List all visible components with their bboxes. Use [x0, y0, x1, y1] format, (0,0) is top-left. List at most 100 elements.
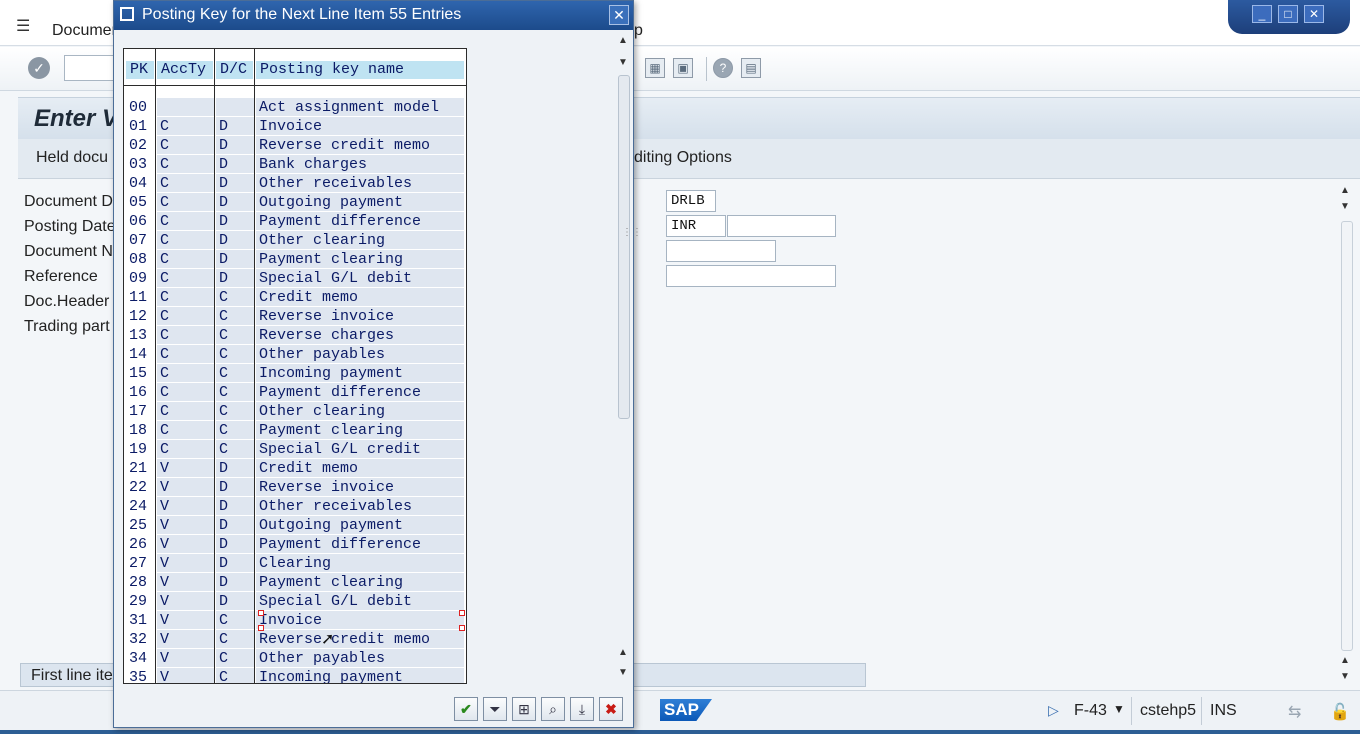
list-item[interactable]: 29 V D Special G/L debit — [124, 592, 466, 611]
posting-key-cell-text: 12 — [129, 308, 148, 325]
main-scrollbar[interactable]: ▲ ▼ ▲ ▼ — [1338, 181, 1356, 689]
customize-layout-icon[interactable]: ▤ — [741, 58, 761, 78]
list-item[interactable]: 18 C C Payment clearing — [124, 421, 466, 440]
list-item[interactable]: 05 C D Outgoing payment — [124, 193, 466, 212]
scroll-up-bottom-icon[interactable]: ▲ — [618, 647, 628, 658]
close-window-icon[interactable]: ✕ — [1304, 5, 1324, 23]
list-item[interactable]: 03 C D Bank charges — [124, 155, 466, 174]
list-item[interactable]: 13 C C Reverse charges — [124, 326, 466, 345]
debit-credit-cell-text: D — [219, 270, 229, 287]
layout-icon[interactable]: ▦ — [645, 58, 665, 78]
posting-key-cell: 15 — [126, 364, 155, 382]
scroll-up-bottom-icon[interactable]: ▲ — [1340, 655, 1350, 666]
filter-button[interactable]: ⏷ — [483, 697, 507, 721]
enter-check-icon[interactable]: ✓ — [28, 57, 50, 79]
scroll-thumb[interactable] — [618, 75, 630, 419]
transaction-code[interactable]: F-43 — [1074, 702, 1107, 720]
list-item[interactable]: 12 C C Reverse invoice — [124, 307, 466, 326]
resize-grip-icon[interactable]: ⋮⋮ — [622, 227, 642, 238]
list-item[interactable]: 04 C D Other receivables — [124, 174, 466, 193]
translation-date-field[interactable] — [666, 240, 776, 262]
selection-handle — [258, 625, 264, 631]
debit-credit-cell-text: D — [219, 232, 229, 249]
posting-key-cell: 05 — [126, 193, 155, 211]
scroll-track[interactable] — [1341, 221, 1353, 651]
debit-credit-cell: D — [216, 459, 254, 477]
list-item[interactable]: 32 V C Reverse credit memo — [124, 630, 466, 649]
continue-check-button[interactable]: ✔ — [454, 697, 478, 721]
lock-icon[interactable]: 🔓 — [1330, 702, 1350, 722]
posting-key-cell: 21 — [126, 459, 155, 477]
list-item[interactable]: 02 C D Reverse credit memo — [124, 136, 466, 155]
column-header-account-type[interactable]: AccTy — [157, 61, 213, 79]
cancel-button[interactable]: ✖ — [599, 697, 623, 721]
editing-options-button[interactable]: diting Options — [634, 149, 732, 167]
account-type-cell-text: C — [160, 403, 170, 420]
company-code-field[interactable]: DRLB — [666, 190, 716, 212]
list-item[interactable]: 16 C C Payment difference — [124, 383, 466, 402]
posting-key-name-cell: Reverse charges — [256, 326, 464, 344]
list-item[interactable]: 26 V D Payment difference — [124, 535, 466, 554]
list-item[interactable]: 27 V D Clearing — [124, 554, 466, 573]
scroll-down-icon[interactable]: ▼ — [618, 57, 628, 68]
list-item[interactable]: 11 C C Credit memo — [124, 288, 466, 307]
scroll-up-icon[interactable]: ▲ — [1340, 185, 1350, 196]
list-item[interactable]: 00 Act assignment model — [124, 98, 466, 117]
dialog-scrollbar[interactable]: ▲ ▼ ▲ ▼ — [614, 31, 632, 683]
help-icon[interactable]: ? — [713, 58, 733, 78]
scroll-down-bottom-icon[interactable]: ▼ — [618, 667, 628, 678]
menu-list-icon[interactable]: ☰ — [16, 16, 30, 36]
label-trading-partner: Trading part — [24, 318, 110, 335]
column-header-posting-key-name[interactable]: Posting key name — [256, 61, 464, 79]
list-item[interactable]: 34 V C Other payables — [124, 649, 466, 668]
exchange-rate-field[interactable] — [727, 215, 836, 237]
list-item[interactable]: 24 V D Other receivables — [124, 497, 466, 516]
cross-cc-number-field[interactable] — [666, 265, 836, 287]
list-item[interactable]: 15 C C Incoming payment — [124, 364, 466, 383]
posting-key-name-cell-text: Payment clearing — [259, 251, 404, 268]
list-item[interactable]: 14 C C Other payables — [124, 345, 466, 364]
list-item[interactable]: 22 V D Reverse invoice — [124, 478, 466, 497]
minimize-icon[interactable]: _ — [1252, 5, 1272, 23]
held-document-button[interactable]: Held docu — [36, 149, 108, 167]
scroll-up-icon[interactable]: ▲ — [618, 35, 628, 46]
posting-key-cell: 01 — [126, 117, 155, 135]
list-item[interactable]: 09 C D Special G/L debit — [124, 269, 466, 288]
posting-key-list[interactable]: PK AccTy D/C Posting key name 00 Act assi… — [123, 48, 467, 684]
chevron-down-icon[interactable]: ▼ — [1113, 702, 1125, 716]
posting-key-name-cell-text: Special G/L credit — [259, 441, 422, 458]
posting-key-cell: 34 — [126, 649, 155, 667]
debit-credit-cell-text: D — [219, 536, 229, 553]
list-item[interactable]: 28 V D Payment clearing — [124, 573, 466, 592]
list-item[interactable]: 08 C D Payment clearing — [124, 250, 466, 269]
posting-key-name-cell: Act assignment model — [256, 98, 464, 116]
find-button[interactable]: ⌕ — [541, 697, 565, 721]
menu-document[interactable]: Documer — [52, 22, 117, 40]
column-header-pk[interactable]: PK — [126, 61, 154, 79]
list-item[interactable]: 35 V C Incoming payment — [124, 668, 466, 683]
posting-key-cell: 09 — [126, 269, 155, 287]
new-selection-button[interactable]: ⊞ — [512, 697, 536, 721]
column-header-debit-credit[interactable]: D/C — [216, 61, 253, 79]
list-item[interactable]: 07 C D Other clearing — [124, 231, 466, 250]
posting-key-name-cell-text: Special G/L debit — [259, 593, 413, 610]
scroll-down-bottom-icon[interactable]: ▼ — [1340, 671, 1350, 682]
list-item[interactable]: 01 C D Invoice — [124, 117, 466, 136]
menu-help-fragment[interactable]: p — [634, 22, 643, 40]
list-item[interactable]: 19 C C Special G/L credit — [124, 440, 466, 459]
posting-key-name-cell: Outgoing payment — [256, 193, 464, 211]
shortcut-icon[interactable]: ▣ — [673, 58, 693, 78]
currency-field[interactable]: INR — [666, 215, 726, 237]
list-item[interactable]: 31 V C Invoice — [124, 611, 466, 630]
overwrite-icon: ⇆ — [1288, 704, 1302, 721]
list-item[interactable]: 17 C C Other clearing — [124, 402, 466, 421]
posting-key-cell: 00 — [126, 98, 155, 116]
list-item[interactable]: 25 V D Outgoing payment — [124, 516, 466, 535]
personal-list-button[interactable]: ⤓ — [570, 697, 594, 721]
list-item[interactable]: 06 C D Payment difference — [124, 212, 466, 231]
close-icon[interactable]: ✕ — [609, 5, 629, 25]
play-icon[interactable]: ▷ — [1048, 702, 1059, 719]
maximize-icon[interactable]: □ — [1278, 5, 1298, 23]
scroll-down-icon[interactable]: ▼ — [1340, 201, 1350, 212]
list-item[interactable]: 21 V D Credit memo — [124, 459, 466, 478]
